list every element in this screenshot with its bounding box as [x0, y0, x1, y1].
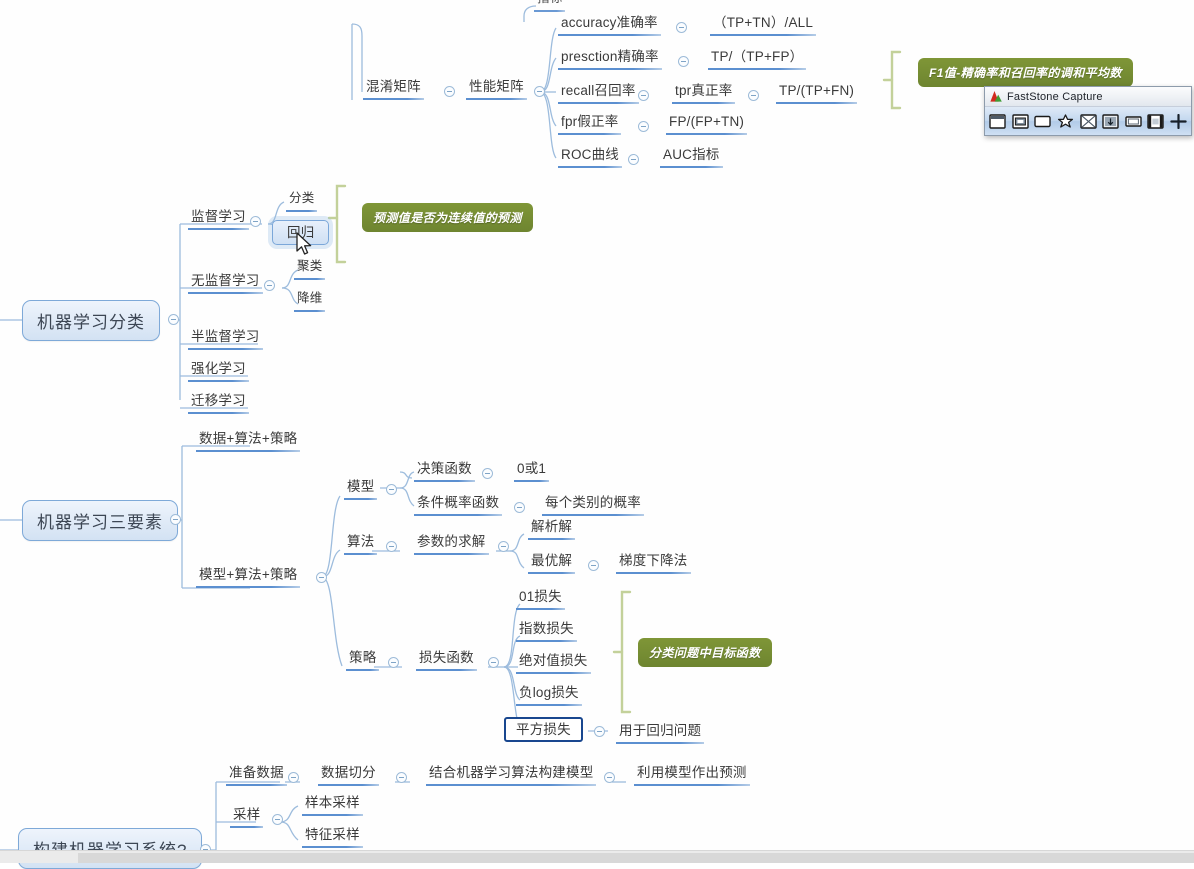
node-algorithm[interactable]: 算法	[344, 533, 378, 555]
root-node-ml-classification[interactable]: 机器学习分类	[22, 300, 160, 341]
toggle-data-split[interactable]	[396, 772, 407, 783]
node-01-loss[interactable]: 01损失	[516, 588, 565, 610]
node-feature-sampling[interactable]: 特征采样	[302, 826, 363, 848]
node-unsupervised-learning[interactable]: 无监督学习	[188, 272, 263, 294]
node-auc[interactable]: AUC指标	[660, 146, 723, 168]
capture-freehand-region-icon[interactable]	[1056, 111, 1076, 131]
toggle-unsupervised-learning[interactable]	[264, 280, 275, 291]
node-accuracy-formula[interactable]: （TP+TN）/ALL	[710, 14, 817, 36]
node-parameter-solving[interactable]: 参数的求解	[414, 533, 489, 555]
node-neg-log-loss[interactable]: 负log损失	[516, 684, 582, 706]
toggle-strategy[interactable]	[388, 657, 399, 668]
toggle-prepare-data[interactable]	[288, 772, 299, 783]
node-reinforcement-learning[interactable]: 强化学习	[188, 360, 249, 382]
settings-crosshair-icon[interactable]	[1169, 111, 1189, 131]
toggle-build-model[interactable]	[604, 772, 615, 783]
node-absolute-loss[interactable]: 绝对值损失	[516, 652, 591, 674]
toggle-performance-matrix[interactable]	[534, 86, 545, 97]
node-data-algorithm-strategy[interactable]: 数据+算法+策略	[196, 430, 301, 452]
root-node-ml-three-elements[interactable]: 机器学习三要素	[22, 500, 178, 541]
node-confusion-matrix[interactable]: 混淆矩阵	[363, 78, 424, 100]
toggle-tpr[interactable]	[748, 90, 759, 101]
toggle-supervised-learning[interactable]	[250, 216, 261, 227]
node-precision[interactable]: presction精确率	[558, 48, 662, 70]
node-roc-curve[interactable]: ROC曲线	[558, 146, 622, 168]
faststone-toolbar[interactable]	[985, 107, 1191, 135]
callout-f1-score[interactable]: F1值-精确率和召回率的调和平均数	[918, 58, 1133, 87]
node-clustering[interactable]: 聚类	[294, 258, 326, 280]
toggle-conditional-probability-function[interactable]	[514, 502, 525, 513]
toggle-parameter-solving[interactable]	[498, 541, 509, 552]
capture-active-window-icon[interactable]	[988, 111, 1008, 131]
node-strategy[interactable]: 策略	[346, 649, 380, 671]
toggle-accuracy[interactable]	[676, 22, 687, 33]
node-accuracy[interactable]: accuracy准确率	[558, 14, 661, 36]
node-prepare-data[interactable]: 准备数据	[226, 764, 287, 786]
node-recall-formula[interactable]: TP/(TP+FN)	[776, 82, 858, 104]
toggle-recall[interactable]	[638, 90, 649, 101]
toggle-ml-three-elements[interactable]	[170, 514, 181, 525]
node-recall[interactable]: recall召回率	[558, 82, 639, 104]
toggle-decision-function[interactable]	[482, 468, 493, 479]
toggle-precision[interactable]	[678, 56, 689, 67]
capture-fixed-region-icon[interactable]	[1123, 111, 1143, 131]
toggle-confusion-matrix[interactable]	[444, 86, 455, 97]
node-gradient-descent[interactable]: 梯度下降法	[616, 552, 691, 574]
node-dimensionality-reduction[interactable]: 降维	[294, 290, 326, 312]
toggle-square-loss[interactable]	[594, 726, 605, 737]
node-classification[interactable]: 分类	[286, 190, 318, 212]
node-analytic-solution[interactable]: 解析解	[528, 518, 576, 540]
toggle-model-algorithm-strategy[interactable]	[316, 572, 327, 583]
toggle-loss-function[interactable]	[488, 657, 499, 668]
node-fpr-formula[interactable]: FP/(FP+TN)	[666, 113, 748, 135]
node-tpr[interactable]: tpr真正率	[672, 82, 736, 104]
mindmap-canvas[interactable]: 指标 混淆矩阵 性能矩阵 accuracy准确率 （TP+TN）/ALL pre…	[0, 0, 1194, 869]
window-bottom-strip-inner	[78, 853, 1194, 863]
node-decision-function[interactable]: 决策函数	[414, 460, 475, 482]
node-square-loss-usage[interactable]: 用于回归问题	[616, 722, 705, 744]
node-sampling[interactable]: 采样	[230, 806, 264, 828]
node-clipped-top[interactable]: 指标	[534, 0, 566, 12]
faststone-logo-icon	[990, 91, 1002, 102]
node-model[interactable]: 模型	[344, 478, 378, 500]
capture-scrolling-window-icon[interactable]	[1101, 111, 1121, 131]
node-transfer-learning[interactable]: 迁移学习	[188, 392, 249, 414]
node-conditional-probability-value[interactable]: 每个类别的概率	[542, 494, 644, 516]
node-model-algorithm-strategy[interactable]: 模型+算法+策略	[196, 566, 301, 588]
node-supervised-learning[interactable]: 监督学习	[188, 208, 249, 230]
node-performance-matrix[interactable]: 性能矩阵	[466, 78, 527, 100]
node-loss-function[interactable]: 损失函数	[416, 649, 477, 671]
toggle-fpr[interactable]	[638, 121, 649, 132]
faststone-title-text: FastStone Capture	[1007, 90, 1103, 103]
toggle-ml-classification[interactable]	[168, 314, 179, 325]
toggle-roc-curve[interactable]	[628, 154, 639, 165]
node-make-prediction[interactable]: 利用模型作出预测	[634, 764, 750, 786]
toggle-sampling[interactable]	[272, 814, 283, 825]
callout-continuous-value[interactable]: 预测值是否为连续值的预测	[362, 203, 533, 232]
node-square-loss[interactable]: 平方损失	[504, 717, 583, 742]
node-precision-formula[interactable]: TP/（TP+FP）	[708, 48, 807, 70]
toggle-algorithm[interactable]	[386, 541, 397, 552]
node-fpr[interactable]: fpr假正率	[558, 113, 622, 135]
toggle-model[interactable]	[386, 484, 397, 495]
node-build-model[interactable]: 结合机器学习算法构建模型	[426, 764, 597, 786]
node-exponential-loss[interactable]: 指数损失	[516, 620, 577, 642]
node-data-split[interactable]: 数据切分	[318, 764, 379, 786]
faststone-titlebar[interactable]: FastStone Capture	[985, 87, 1191, 107]
capture-rectangular-region-icon[interactable]	[1033, 111, 1053, 131]
node-regression[interactable]: 回归	[272, 220, 330, 245]
node-conditional-probability-function[interactable]: 条件概率函数	[414, 494, 503, 516]
capture-window-object-icon[interactable]	[1011, 111, 1031, 131]
node-decision-function-value[interactable]: 0或1	[514, 460, 550, 482]
node-sample-sampling[interactable]: 样本采样	[302, 794, 363, 816]
capture-full-screen-icon[interactable]	[1078, 111, 1098, 131]
toggle-optimal-solution[interactable]	[588, 560, 599, 571]
faststone-capture-window[interactable]: FastStone Capture	[984, 86, 1192, 136]
callout-classification-objective[interactable]: 分类问题中目标函数	[638, 638, 772, 667]
node-semi-supervised-learning[interactable]: 半监督学习	[188, 328, 263, 350]
node-optimal-solution[interactable]: 最优解	[528, 552, 576, 574]
window-bottom-strip	[0, 850, 1194, 863]
screen-recorder-icon[interactable]	[1146, 111, 1166, 131]
